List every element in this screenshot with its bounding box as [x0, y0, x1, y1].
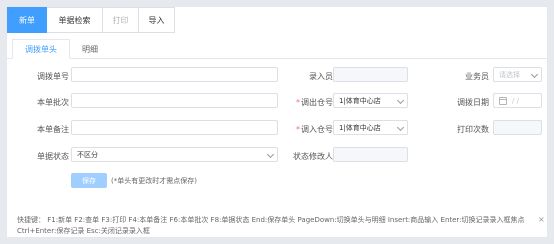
import-button[interactable]: 导入	[139, 7, 175, 33]
in-warehouse-value: 1|体育中心店	[339, 123, 381, 132]
status-label: 单据状态	[37, 152, 69, 161]
chevron-down-icon	[396, 96, 405, 105]
status-modifier-label: 状态修改人	[293, 152, 333, 161]
recorder-input[interactable]	[333, 67, 408, 82]
salesman-select[interactable]: 请选择	[493, 67, 542, 82]
salesman-placeholder: 请选择	[499, 70, 520, 79]
status-select[interactable]: 不区分	[71, 147, 278, 162]
salesman-label: 业务员	[465, 72, 489, 81]
print-count-label: 打印次数	[457, 125, 489, 134]
chevron-down-icon	[396, 123, 405, 132]
required-mark: *	[296, 125, 300, 134]
date-label: 调拨日期	[457, 98, 489, 107]
bill-no-label: 调拨单号	[37, 72, 69, 81]
status-value: 不区分	[77, 150, 98, 159]
close-icon[interactable]: ×	[538, 215, 545, 224]
chevron-down-icon	[266, 150, 275, 159]
save-button[interactable]: 保存	[71, 173, 107, 188]
search-button[interactable]: 单据检索	[47, 7, 103, 33]
out-warehouse-label: *调出仓号	[296, 98, 333, 107]
status-modifier-input[interactable]	[333, 147, 408, 162]
calendar-icon	[499, 96, 507, 105]
main-panel: 新单 单据检索 打印 导入 调拨单头 明细 调拨单号 录入员 业务员 请选择 本…	[6, 6, 548, 238]
bill-no-input[interactable]	[71, 67, 278, 82]
batch-label: 本单批次	[37, 98, 69, 107]
batch-input[interactable]	[71, 93, 278, 108]
out-warehouse-value: 1|体育中心店	[339, 96, 381, 105]
print-count-input[interactable]	[493, 120, 542, 135]
date-placeholder: / /	[512, 96, 519, 105]
save-hint: (*单头有更改时才需点保存)	[111, 177, 197, 185]
required-mark: *	[296, 98, 300, 107]
in-warehouse-label: *调入仓号	[296, 125, 333, 134]
tab-detail[interactable]: 明细	[70, 39, 110, 59]
print-button[interactable]: 打印	[103, 7, 139, 33]
shortcuts-text: 快捷键： F1:新单 F2:查单 F3:打印 F4:本单备注 F6:本单批次 F…	[17, 216, 525, 235]
date-input[interactable]: / /	[493, 93, 542, 108]
out-warehouse-select[interactable]: 1|体育中心店	[333, 93, 408, 108]
in-warehouse-select[interactable]: 1|体育中心店	[333, 120, 408, 135]
remark-label: 本单备注	[37, 125, 69, 134]
tab-bar: 调拨单头 明细	[7, 39, 547, 59]
remark-input[interactable]	[71, 120, 278, 135]
recorder-label: 录入员	[309, 72, 333, 81]
toolbar: 新单 单据检索 打印 导入	[7, 7, 175, 33]
new-button[interactable]: 新单	[7, 7, 47, 33]
chevron-down-icon	[530, 70, 539, 79]
tab-header[interactable]: 调拨单头	[12, 39, 70, 59]
